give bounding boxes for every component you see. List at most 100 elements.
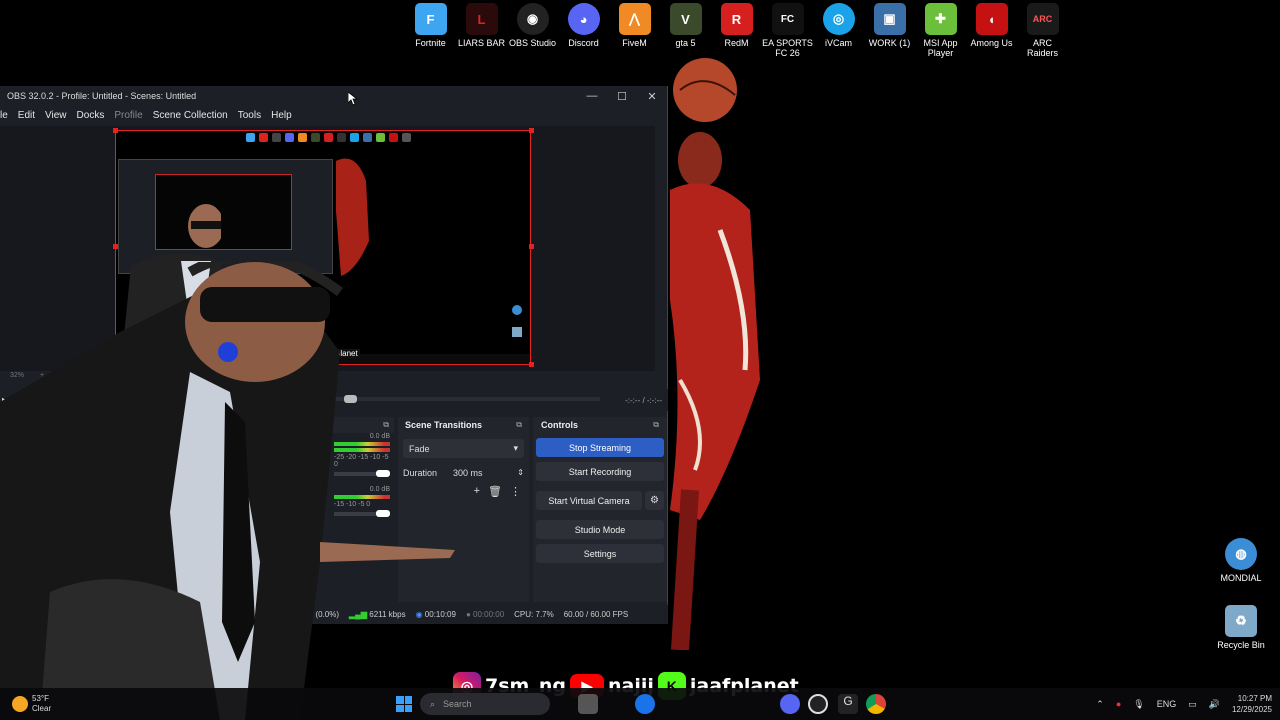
fps-counter: 60.00 / 60.00 FPS — [563, 610, 629, 619]
record-time-text: 00:00:00 — [473, 610, 505, 619]
undock-icon[interactable]: ⧉ — [516, 420, 522, 430]
search-icon: ⌕ — [430, 698, 436, 709]
menu-file[interactable]: le — [0, 110, 8, 121]
taskbar-search[interactable]: ⌕ Search — [420, 693, 550, 715]
stepper-icon[interactable]: ⇕ — [517, 468, 524, 477]
desktop-icon-redm[interactable]: R RedM — [711, 3, 762, 58]
stream-time-text: 00:10:09 — [424, 610, 456, 619]
undock-icon[interactable]: ⧉ — [653, 420, 659, 430]
start-recording-button[interactable]: Start Recording — [536, 462, 664, 481]
discord-taskbar-icon[interactable] — [780, 694, 800, 714]
gear-icon[interactable]: ⚙ — [645, 491, 664, 510]
app-taskbar-icon[interactable]: G — [838, 694, 858, 714]
desktop-icon-mondial[interactable]: ◍ MONDIAL — [1216, 538, 1266, 583]
desktop-icon-label: ARC Raiders — [1026, 38, 1058, 58]
audio-mixer-header: ⧉ — [330, 417, 394, 433]
menu-edit[interactable]: Edit — [18, 110, 35, 121]
desktop-icon-label: MONDIAL — [1220, 573, 1262, 583]
resize-handle[interactable] — [529, 244, 534, 249]
desktop-icon-liars-bar[interactable]: L LIARS BAR — [456, 3, 507, 58]
edge-icon[interactable] — [635, 694, 655, 714]
transition-select[interactable]: Fade ▾ — [403, 439, 524, 458]
chevron-up-icon[interactable]: ⌃ — [46, 584, 54, 598]
stop-streaming-button[interactable]: Stop Streaming — [536, 438, 664, 457]
maximize-icon[interactable]: ☐ — [607, 90, 637, 103]
desktop-icon-among-us[interactable]: ◖ Among Us — [966, 3, 1017, 58]
play-icon[interactable]: ▶ — [2, 396, 8, 405]
desktop-icon-label: gta 5 — [675, 38, 696, 48]
menu-profile[interactable]: Profile — [114, 110, 142, 121]
scene-toolbar: 🗑 ▣ ⌃ — [0, 584, 80, 598]
source-name: starting soc — [14, 395, 61, 405]
start-virtual-camera-button[interactable]: Start Virtual Camera — [536, 491, 642, 510]
ivcam-icon: ◎ — [822, 3, 855, 35]
desktop-icon-ivcam[interactable]: ◎ iVCam — [813, 3, 864, 58]
desktop-icon-discord[interactable]: ◕ Discord — [558, 3, 609, 58]
obs-icon: ◉ — [516, 3, 549, 35]
network-icon[interactable]: ▭ — [1188, 699, 1197, 710]
menu-tools[interactable]: Tools — [238, 110, 261, 121]
microphone-icon[interactable]: 🎙 — [1133, 699, 1144, 710]
menu-view[interactable]: View — [45, 110, 67, 121]
undock-icon[interactable]: ⧉ — [383, 420, 389, 430]
redm-icon: R — [720, 3, 753, 35]
weather-widget[interactable]: 53°F Clear — [0, 694, 120, 714]
volume-slider[interactable] — [334, 510, 390, 517]
preview-canvas[interactable]: jaafplanet — [115, 130, 531, 365]
desktop-icon-recycle-bin[interactable]: ♻ Recycle Bin — [1216, 605, 1266, 650]
settings-button[interactable]: Settings — [536, 544, 664, 563]
resize-handle[interactable] — [113, 128, 118, 133]
volume-slider-handle[interactable] — [376, 470, 390, 477]
menu-scene-collection[interactable]: Scene Collection — [153, 110, 228, 121]
scene-item[interactable]: am — [0, 446, 62, 459]
obs-titlebar[interactable]: OBS 32.0.2 - Profile: Untitled - Scenes:… — [0, 86, 667, 106]
zoom-level[interactable]: 32% — [10, 372, 24, 379]
obs-taskbar-icon[interactable] — [808, 694, 828, 714]
scene-item[interactable]: cene — [0, 433, 62, 446]
seek-handle[interactable] — [344, 395, 357, 403]
scene-filter-icon[interactable]: ▣ — [25, 584, 34, 598]
stream-time: ◉ 00:10:09 — [416, 610, 456, 619]
controls-dock: Controls ⧉ Stop Streaming Start Recordin… — [533, 417, 667, 602]
minimize-icon[interactable]: — — [577, 90, 607, 102]
volume-slider-handle[interactable] — [376, 510, 390, 517]
volume-icon[interactable]: 🔊 — [1209, 699, 1220, 710]
taskbar-app-icon[interactable] — [578, 694, 598, 714]
signal-bars-icon: ▂▄▆ — [349, 610, 368, 619]
zoom-in-icon[interactable]: + — [40, 372, 44, 379]
desktop-icon-fortnite[interactable]: F Fortnite — [405, 3, 456, 58]
menu-docks[interactable]: Docks — [77, 110, 105, 121]
status-bar: ames 0 (0.0%) ▂▄▆ 6211 kbps ◉ 00:10:09 ●… — [0, 605, 668, 624]
close-icon[interactable]: ✕ — [637, 90, 667, 103]
desktop-icon-obs-studio[interactable]: ◉ OBS Studio — [507, 3, 558, 58]
app-tray-icon[interactable]: ● — [1116, 699, 1121, 709]
desktop-icon-work[interactable]: ▣ WORK (1) — [864, 3, 915, 58]
more-options-icon[interactable]: ⋮ — [510, 485, 521, 498]
resize-handle[interactable] — [113, 244, 118, 249]
seek-track[interactable] — [330, 397, 600, 401]
desktop-icon-msi-app-player[interactable]: ✚ MSI App Player — [915, 3, 966, 58]
preview-area[interactable]: jaafplanet — [0, 126, 655, 371]
resize-handle[interactable] — [320, 362, 325, 367]
duration-input[interactable]: 300 ms — [443, 464, 514, 481]
desktop-icon-arc-raiders[interactable]: ARC ARC Raiders — [1017, 3, 1068, 58]
resize-handle[interactable] — [529, 362, 534, 367]
desktop-icon-ea-fc26[interactable]: FC EA SPORTS FC 26 — [762, 3, 813, 58]
language-indicator[interactable]: ENG — [1157, 699, 1177, 709]
studio-mode-button[interactable]: Studio Mode — [536, 520, 664, 539]
menu-help[interactable]: Help — [271, 110, 292, 121]
desktop-icon-gta5[interactable]: V gta 5 — [660, 3, 711, 58]
system-tray: ⌃ ● 🎙 ENG ▭ 🔊 10:27 PM 12/29/2025 — [1096, 688, 1272, 720]
chrome-icon[interactable] — [866, 694, 886, 714]
duration-row: Duration 300 ms ⇕ — [403, 464, 524, 481]
weather-sun-icon — [12, 696, 28, 712]
trash-icon[interactable]: 🗑 — [2, 584, 13, 598]
desktop-icon-fivem[interactable]: ⋀ FiveM — [609, 3, 660, 58]
add-icon[interactable]: + — [474, 485, 480, 498]
clock[interactable]: 10:27 PM 12/29/2025 — [1232, 693, 1272, 715]
windows-start-icon[interactable] — [396, 696, 412, 712]
trash-icon[interactable]: 🗑 — [488, 485, 502, 498]
chevron-up-icon[interactable]: ⌃ — [1096, 699, 1104, 710]
resize-handle[interactable] — [529, 128, 534, 133]
volume-slider[interactable] — [334, 470, 390, 477]
